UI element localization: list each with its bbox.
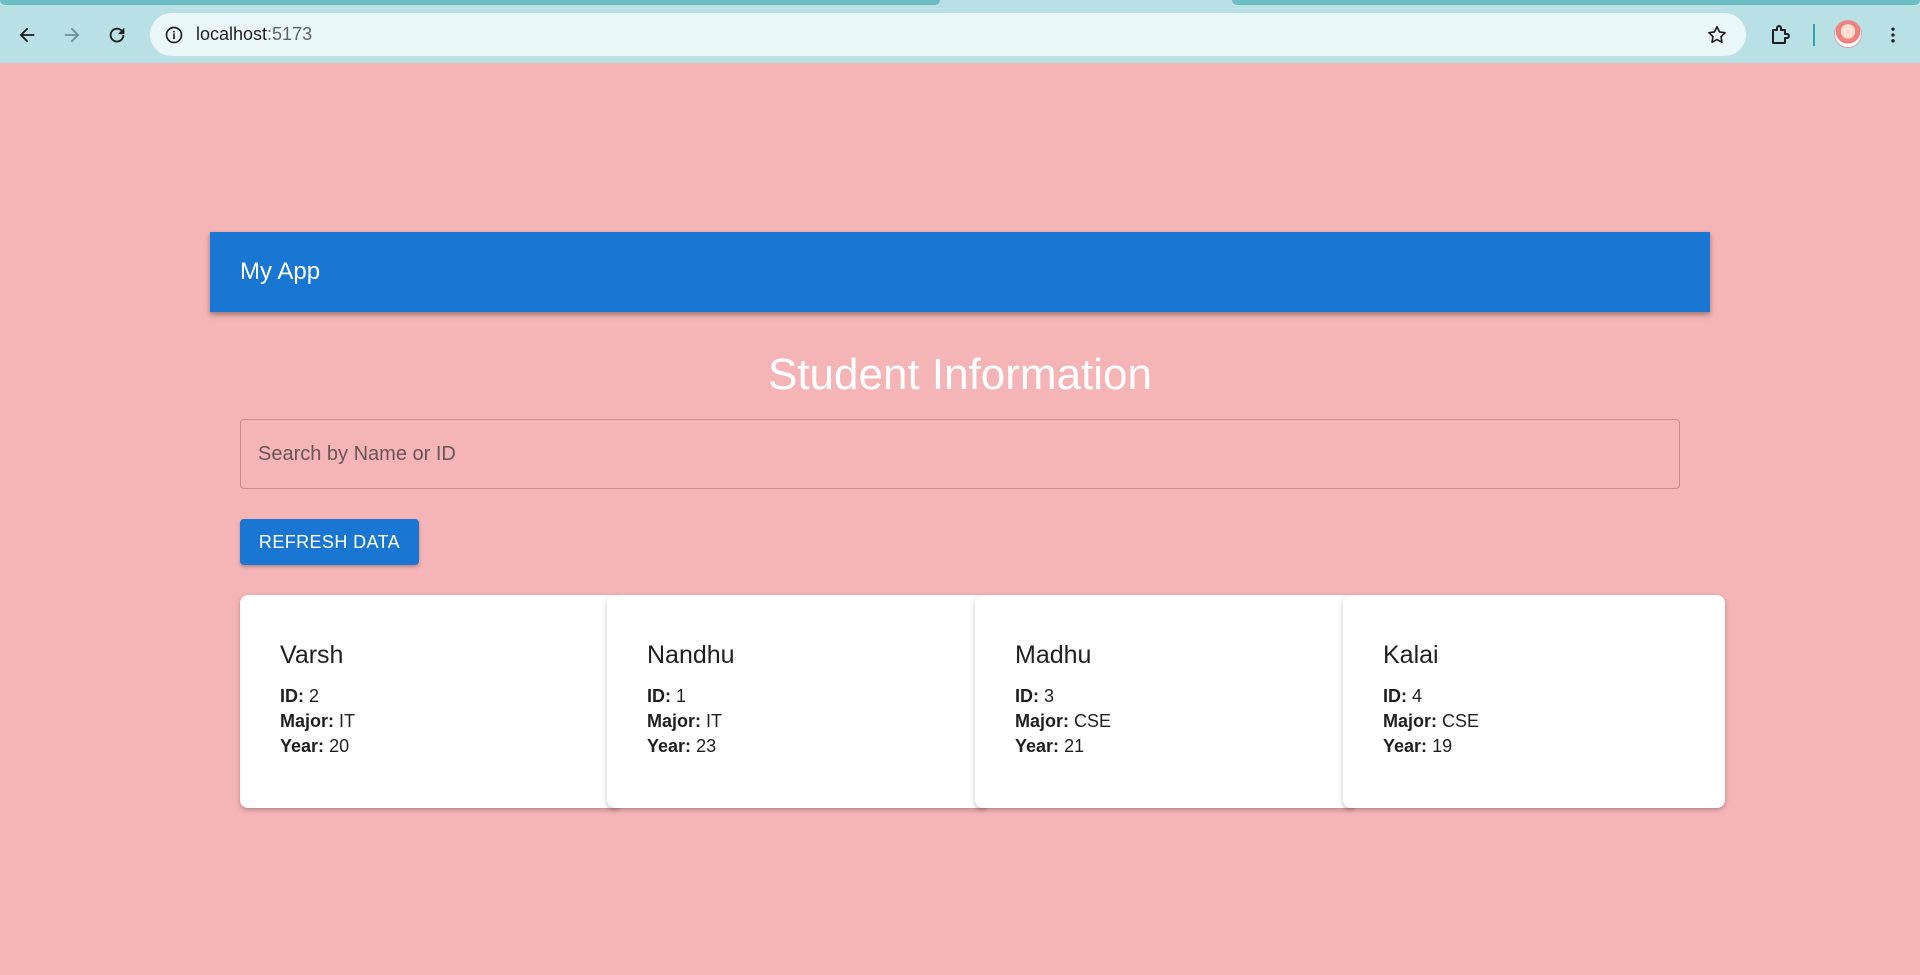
url-text: localhost:5173 — [196, 24, 312, 45]
major-label: Major: — [1383, 711, 1437, 731]
major-label: Major: — [647, 711, 701, 731]
student-year-row: Year: 19 — [1383, 734, 1685, 759]
major-label: Major: — [1015, 711, 1069, 731]
year-label: Year: — [280, 736, 325, 756]
student-year: 19 — [1432, 736, 1453, 756]
refresh-data-button[interactable]: REFRESH DATA — [240, 519, 419, 565]
id-label: ID: — [1015, 686, 1039, 706]
student-major-row: Major: IT — [647, 709, 949, 734]
student-major: CSE — [1442, 711, 1480, 731]
student-year-row: Year: 20 — [280, 734, 582, 759]
site-info-icon[interactable] — [160, 21, 188, 49]
app-bar: My App — [210, 232, 1710, 312]
student-major: IT — [339, 711, 356, 731]
profile-avatar[interactable] — [1834, 20, 1862, 48]
student-id-row: ID: 4 — [1383, 684, 1685, 709]
page-title: Student Information — [767, 350, 1152, 399]
year-label: Year: — [1383, 736, 1428, 756]
extensions-button[interactable] — [1764, 18, 1798, 52]
student-name: Varsh — [280, 641, 344, 669]
address-bar[interactable]: localhost:5173 — [150, 13, 1746, 56]
student-id: 4 — [1412, 686, 1423, 706]
student-card: Madhu ID: 3 Major: CSE Year: 21 — [975, 595, 1357, 808]
search-input[interactable] — [240, 419, 1680, 489]
student-major-row: Major: CSE — [1383, 709, 1685, 734]
id-label: ID: — [1383, 686, 1407, 706]
student-year: 20 — [329, 736, 350, 756]
year-label: Year: — [647, 736, 692, 756]
student-major: IT — [706, 711, 723, 731]
tab-strip-indicator — [0, 0, 940, 5]
student-id: 2 — [309, 686, 320, 706]
student-id: 3 — [1044, 686, 1055, 706]
student-year: 23 — [696, 736, 717, 756]
arrow-left-icon — [19, 27, 35, 43]
student-year-row: Year: 21 — [1015, 734, 1317, 759]
student-id-row: ID: 1 — [647, 684, 949, 709]
puzzle-icon — [1772, 25, 1790, 44]
student-major-row: Major: CSE — [1015, 709, 1317, 734]
student-id-row: ID: 3 — [1015, 684, 1317, 709]
student-name: Madhu — [1015, 641, 1092, 669]
reload-icon — [109, 27, 125, 43]
student-card: Varsh ID: 2 Major: IT Year: 20 — [240, 595, 622, 808]
student-name: Kalai — [1383, 641, 1439, 669]
browser-toolbar: localhost:5173 — [0, 0, 1920, 63]
student-card: Nandhu ID: 1 Major: IT Year: 23 — [607, 595, 989, 808]
bookmark-star-icon[interactable] — [1704, 22, 1730, 48]
student-major-row: Major: IT — [280, 709, 582, 734]
more-vertical-icon — [1891, 27, 1895, 43]
major-label: Major: — [280, 711, 334, 731]
browser-menu-button[interactable] — [1876, 18, 1910, 52]
forward-button[interactable] — [54, 17, 90, 53]
app-title: My App — [240, 258, 321, 285]
student-name: Nandhu — [647, 641, 735, 669]
id-label: ID: — [280, 686, 304, 706]
student-year: 21 — [1064, 736, 1085, 756]
toolbar-divider — [1813, 24, 1815, 46]
back-button[interactable] — [9, 17, 45, 53]
reload-button[interactable] — [99, 17, 135, 53]
tab-strip-indicator — [1232, 0, 1920, 5]
year-label: Year: — [1015, 736, 1060, 756]
arrow-right-icon — [64, 27, 80, 43]
student-major: CSE — [1074, 711, 1112, 731]
student-year-row: Year: 23 — [647, 734, 949, 759]
student-card: Kalai ID: 4 Major: CSE Year: 19 — [1343, 595, 1725, 808]
student-id-row: ID: 2 — [280, 684, 582, 709]
url-host: localhost — [196, 24, 268, 44]
id-label: ID: — [647, 686, 671, 706]
url-port: :5173 — [267, 24, 313, 44]
student-id: 1 — [676, 686, 687, 706]
